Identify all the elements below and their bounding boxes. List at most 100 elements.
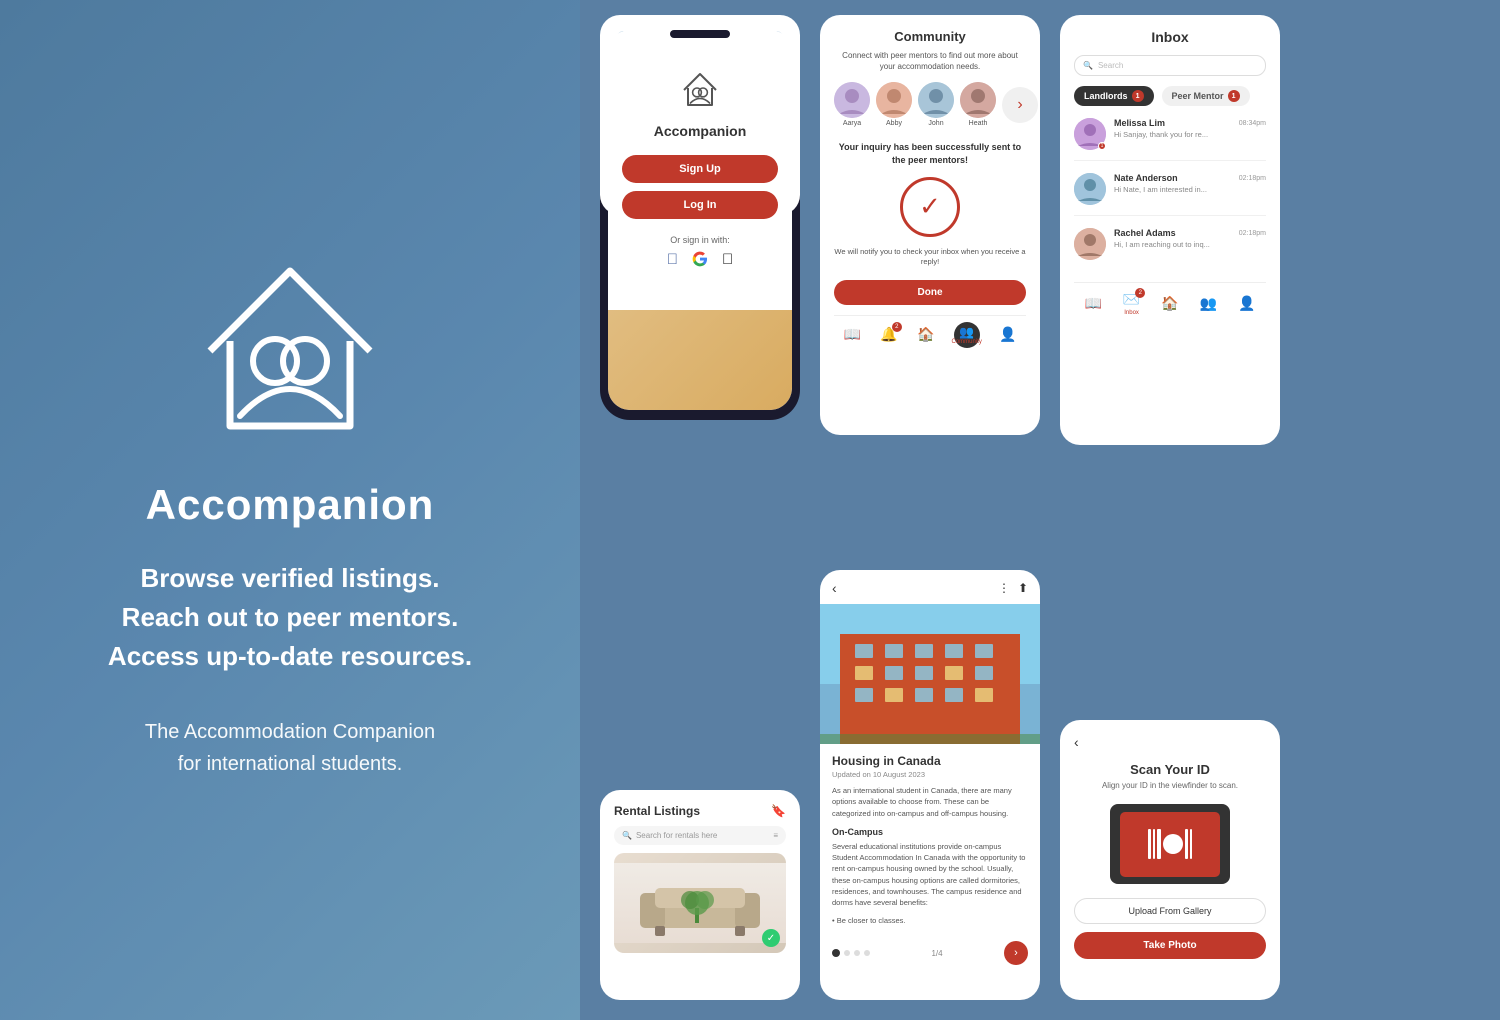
left-panel: Accompanion Browse verified listings. Re… <box>0 0 580 1020</box>
nav-community-icon[interactable]: 👥 Community <box>954 322 980 348</box>
avatar-name-aarya: Aarya <box>843 120 861 127</box>
social-sign-in:   <box>667 251 734 271</box>
bookmark-icon[interactable]: 🔖 <box>771 804 786 818</box>
nav-profile-icon[interactable]: 👤 <box>999 326 1016 343</box>
phone-logo <box>678 68 722 117</box>
inbox-search-placeholder: Search <box>1098 61 1123 70</box>
phone-app-name: Accompanion <box>654 123 747 139</box>
sofa-illustration <box>614 863 786 943</box>
inbox-title: Inbox <box>1074 29 1266 45</box>
google-icon[interactable] <box>692 251 708 271</box>
nav-listings-icon[interactable]: 🏠 <box>917 326 934 343</box>
barcode-bar-4 <box>1185 829 1188 859</box>
phone-screen: Accompanion Sign Up Log In Or sign in wi… <box>608 30 792 410</box>
barcode-bar-2 <box>1153 829 1155 859</box>
nav-notifications-icon[interactable]: 🔔 2 <box>880 326 897 343</box>
take-photo-button[interactable]: Take Photo <box>1074 932 1266 959</box>
barcode-bar-3 <box>1157 829 1161 859</box>
id-barcode <box>1148 829 1192 859</box>
phone-bg-image <box>608 310 792 410</box>
message-item-melissa[interactable]: 1 Melissa Lim 08:34pm Hi Sanjay, thank y… <box>1074 118 1266 161</box>
check-circle-icon: ✓ <box>900 177 960 237</box>
inquiry-sent-text: Your inquiry has been successfully sent … <box>834 141 1026 166</box>
dot-2 <box>844 950 850 956</box>
peer-avatar-john[interactable] <box>918 82 954 118</box>
rental-search-bar[interactable]: 🔍 Search for rentals here ≡ <box>614 826 786 845</box>
peer-mentor-badge: 1 <box>1228 90 1240 102</box>
msg-time-melissa: 08:34pm <box>1239 120 1266 127</box>
message-item-nate[interactable]: Nate Anderson 02:18pm Hi Nate, I am inte… <box>1074 173 1266 216</box>
housing-share-icon[interactable]: ⬆ <box>1018 581 1028 595</box>
notify-text: We will notify you to check your inbox w… <box>834 247 1026 268</box>
tab-landlords[interactable]: Landlords 1 <box>1074 86 1154 106</box>
inbox-nav-profile[interactable]: 👤 <box>1238 295 1255 312</box>
scan-description: Align your ID in the viewfinder to scan. <box>1074 781 1266 790</box>
app-tagline: Browse verified listings. Reach out to p… <box>108 559 472 676</box>
peer-avatars-list: Aarya Abby John <box>834 82 1026 127</box>
facebook-icon[interactable]:  <box>667 251 678 271</box>
dot-1 <box>832 949 840 957</box>
peer-avatar-aarya[interactable] <box>834 82 870 118</box>
sign-up-button[interactable]: Sign Up <box>622 155 778 183</box>
verified-badge: ✓ <box>762 929 780 947</box>
community-title: Community <box>834 29 1026 44</box>
rental-card: Rental Listings 🔖 🔍 Search for rentals h… <box>600 790 800 1000</box>
nav-community-label: Community <box>952 339 982 345</box>
housing-pagination: 1/4 › <box>820 935 1040 971</box>
housing-updated: Updated on 10 August 2023 <box>832 770 1028 779</box>
dot-3 <box>854 950 860 956</box>
housing-content: Housing in Canada Updated on 10 August 2… <box>820 744 1040 935</box>
log-in-button[interactable]: Log In <box>622 191 778 219</box>
rental-search-placeholder: Search for rentals here <box>636 831 717 840</box>
housing-title: Housing in Canada <box>832 754 1028 768</box>
msg-preview-rachel: Hi, I am reaching out to inq... <box>1114 240 1234 249</box>
community-card: Community Connect with peer mentors to f… <box>820 15 1040 435</box>
housing-menu-icon[interactable]: ⋮ <box>998 581 1010 595</box>
apple-icon[interactable]:  <box>722 251 733 271</box>
housing-on-campus-body: Several educational institutions provide… <box>832 841 1028 909</box>
community-bottom-nav: 📖 🔔 2 🏠 👥 Community 👤 <box>834 315 1026 348</box>
avatar-group-abby: Abby <box>876 82 912 127</box>
peer-avatar-abby[interactable] <box>876 82 912 118</box>
rental-header: Rental Listings 🔖 <box>614 804 786 818</box>
rental-image: ✓ <box>614 853 786 953</box>
next-page-button[interactable]: › <box>1004 941 1028 965</box>
notifications-badge: 2 <box>892 322 902 332</box>
done-button[interactable]: Done <box>834 280 1026 305</box>
avatar-rachel <box>1074 228 1106 260</box>
pagination-dots <box>832 949 870 957</box>
housing-back-button[interactable]: ‹ <box>832 580 837 596</box>
housing-card: ‹ ⋮ ⬆ <box>820 570 1040 1000</box>
inbox-nav-people[interactable]: 👥 <box>1200 295 1217 312</box>
inbox-nav-inbox[interactable]: ✉️ 2 Inbox <box>1123 291 1140 316</box>
inbox-card: Inbox 🔍 Search Landlords 1 Peer Mentor 1… <box>1060 15 1280 445</box>
msg-preview-melissa: Hi Sanjay, thank you for re... <box>1114 130 1234 139</box>
inbox-search-bar[interactable]: 🔍 Search <box>1074 55 1266 76</box>
tab-peer-mentor[interactable]: Peer Mentor 1 <box>1162 86 1250 106</box>
scan-back-button[interactable]: ‹ <box>1074 734 1266 750</box>
filter-icon[interactable]: ≡ <box>773 831 778 840</box>
barcode-circle <box>1163 834 1183 854</box>
search-icon: 🔍 <box>622 831 632 840</box>
nav-resources-icon[interactable]: 📖 <box>844 326 861 343</box>
housing-body-text: As an international student in Canada, t… <box>832 785 1028 819</box>
message-item-rachel[interactable]: Rachel Adams 02:18pm Hi, I am reaching o… <box>1074 228 1266 270</box>
upload-gallery-button[interactable]: Upload From Gallery <box>1074 898 1266 924</box>
inbox-nav-resources[interactable]: 📖 <box>1084 295 1101 312</box>
housing-image <box>820 604 1040 744</box>
scan-id-card: ‹ Scan Your ID Align your ID in the view… <box>1060 720 1280 1000</box>
avatar-name-heath: Heath <box>969 120 988 127</box>
msg-time-nate: 02:18pm <box>1239 175 1266 182</box>
more-avatars-button[interactable]: › <box>1002 87 1038 123</box>
inbox-nav-listings[interactable]: 🏠 <box>1161 295 1178 312</box>
app-title: Accompanion <box>146 481 435 529</box>
right-area: Connect with peer mentors Peer mentors w… <box>580 0 1500 1020</box>
search-icon: 🔍 <box>1083 61 1093 70</box>
message-content-nate: Nate Anderson 02:18pm Hi Nate, I am inte… <box>1114 173 1266 194</box>
inbox-badge: 2 <box>1135 288 1145 298</box>
peer-avatar-heath[interactable] <box>960 82 996 118</box>
avatar-group-heath: Heath <box>960 82 996 127</box>
housing-nav: ‹ ⋮ ⬆ <box>820 570 1040 604</box>
dot-4 <box>864 950 870 956</box>
barcode-bar-1 <box>1148 829 1151 859</box>
